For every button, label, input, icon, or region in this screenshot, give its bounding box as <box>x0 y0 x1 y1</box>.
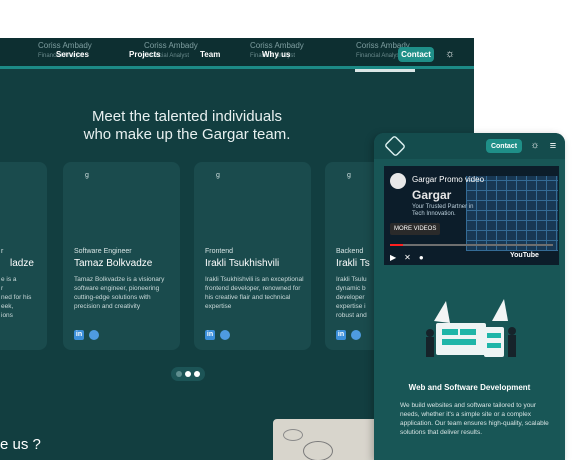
member-role: Software Engineer <box>74 248 132 255</box>
sun-icon[interactable]: ☼ <box>444 48 456 60</box>
active-nav-indicator <box>355 69 415 72</box>
team-heading: Meet the talented individuals who make u… <box>72 108 302 144</box>
channel-avatar[interactable] <box>390 173 406 189</box>
mobile-header: Contact ☼ ≡ <box>374 133 565 159</box>
volume-icon[interactable]: ● <box>419 253 424 262</box>
ghost-name: Coriss Ambady <box>250 41 304 50</box>
team-card: g Software Engineer Tamaz Bolkvadze Tama… <box>63 162 180 350</box>
member-photo: g <box>347 172 351 179</box>
web-dev-illustration <box>426 299 516 357</box>
ghost-name: Coriss Ambady <box>144 41 198 50</box>
member-name: Irakli Ts <box>336 258 370 269</box>
carousel-dot[interactable] <box>194 371 200 377</box>
logo-icon[interactable] <box>383 134 407 158</box>
linkedin-icon[interactable]: in <box>74 330 84 340</box>
service-description: We build websites and software tailored … <box>400 402 549 436</box>
sun-icon[interactable]: ☼ <box>529 139 541 153</box>
team-heading-line2: who make up the Gargar team. <box>83 126 291 143</box>
video-brand: Gargar <box>412 188 452 202</box>
member-role: Frontend <box>205 248 234 255</box>
nav-why-us[interactable]: Why us <box>262 50 290 59</box>
linkedin-icon[interactable]: in <box>336 330 346 340</box>
member-photo: g <box>85 172 89 179</box>
member-name: Tamaz Bolkvadze <box>74 258 153 269</box>
github-icon[interactable] <box>89 330 99 340</box>
video-title[interactable]: Gargar Promo video <box>412 175 484 184</box>
member-photo: g <box>216 172 220 179</box>
team-card: g r ladze e is a r ned for his eek, ions <box>0 162 47 350</box>
github-icon[interactable] <box>351 330 361 340</box>
member-role: r <box>1 248 4 255</box>
menu-icon[interactable]: ≡ <box>547 139 559 153</box>
carousel-dots[interactable] <box>171 367 205 381</box>
carousel-dot[interactable] <box>176 371 182 377</box>
member-bio: Tamaz Bolkvadze is a visionary software … <box>74 276 165 310</box>
promo-video[interactable]: Gargar Promo video Gargar Your Trusted P… <box>384 166 559 265</box>
more-videos-button[interactable]: MORE VIDEOS <box>390 223 441 235</box>
contact-button[interactable]: Contact <box>398 47 434 62</box>
team-heading-line1: Meet the talented individuals <box>91 108 283 125</box>
member-bio: e is a r ned for his eek, ions <box>1 276 32 319</box>
video-progress-bar[interactable] <box>390 244 553 246</box>
mobile-preview: Contact ☼ ≡ Gargar Promo video Gargar Yo… <box>374 133 565 460</box>
play-icon[interactable]: ▶ <box>390 253 396 262</box>
why-us-heading: e us ? <box>0 436 41 453</box>
video-tagline: Your Trusted Partner in Tech Innovation. <box>412 204 474 217</box>
youtube-logo[interactable]: YouTube <box>510 252 539 259</box>
member-name: Irakli Tsukhishvili <box>205 258 280 269</box>
top-navbar: Coriss Ambady Coriss Ambady Coriss Ambad… <box>0 38 474 69</box>
nav-team[interactable]: Team <box>200 50 220 59</box>
member-role: Backend <box>336 248 364 255</box>
nav-services[interactable]: Services <box>56 50 89 59</box>
carousel-dot-active[interactable] <box>185 371 191 377</box>
mute-icon[interactable]: ✕ <box>404 253 411 262</box>
team-card: g Frontend Irakli Tsukhishvili Irakli Ts… <box>194 162 311 350</box>
github-icon[interactable] <box>220 330 230 340</box>
service-title: Web and Software Development <box>408 383 531 392</box>
sketch-photo <box>273 419 383 460</box>
ghost-sub: Financial Analyst <box>356 53 402 59</box>
mobile-contact-button[interactable]: Contact <box>486 139 522 153</box>
member-bio: Irakli Tsukhishvili is an exceptional fr… <box>205 276 304 310</box>
member-name: ladze <box>10 258 34 269</box>
linkedin-icon[interactable]: in <box>205 330 215 340</box>
ghost-name: Coriss Ambady <box>38 41 92 50</box>
video-progress-fill <box>390 244 404 246</box>
nav-projects[interactable]: Projects <box>129 50 161 59</box>
